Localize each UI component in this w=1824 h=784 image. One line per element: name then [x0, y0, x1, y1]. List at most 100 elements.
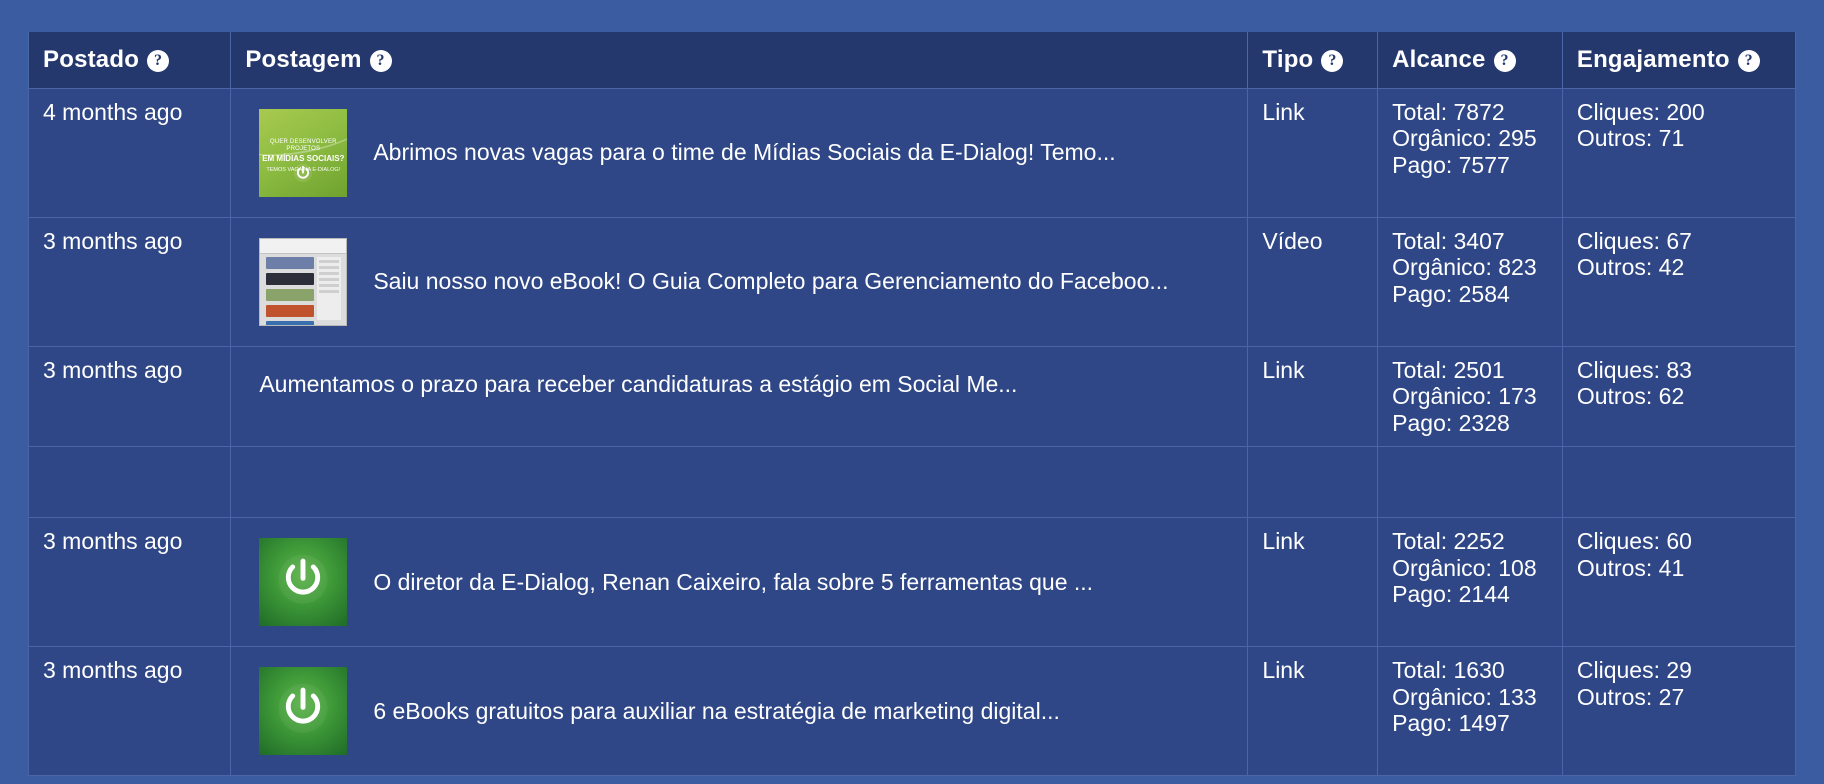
power-icon — [293, 162, 313, 188]
post-content: QUER DESENVOLVER PROJETOS EM MÍDIAS SOCI… — [245, 99, 1233, 207]
engagement-others: Outros: 71 — [1576, 125, 1685, 152]
reach-organic: Orgânico: 133 — [1392, 683, 1537, 710]
cell-posted — [27, 446, 232, 519]
cell-post: Aumentamos o prazo para receber candidat… — [230, 345, 1249, 448]
cell-engagement: Cliques: 29 Outros: 27 — [1561, 646, 1797, 777]
post-message[interactable]: Saiu nosso novo eBook! O Guia Completo p… — [373, 268, 1168, 296]
help-circle-icon-type[interactable]: ? — [1321, 50, 1344, 72]
column-header-engagement-label: Engajamento — [1576, 46, 1730, 73]
column-header-type-label: Tipo — [1262, 46, 1314, 73]
column-header-reach[interactable]: Alcance? — [1377, 32, 1563, 89]
table-row[interactable]: 3 months ago — [27, 646, 1797, 777]
cell-engagement: Cliques: 83 Outros: 62 — [1561, 345, 1797, 448]
engagement-others: Outros: 62 — [1576, 383, 1685, 410]
reach-paid: Pago: 2584 — [1392, 280, 1510, 307]
engagement-others: Outros: 41 — [1576, 554, 1685, 581]
screenshot-line — [319, 290, 340, 293]
column-header-post-label: Postagem — [245, 46, 362, 73]
screenshot-tile — [266, 257, 315, 269]
reach-total: Total: 1630 — [1392, 657, 1505, 684]
screenshot-tile — [266, 305, 315, 317]
reach-organic: Orgânico: 173 — [1392, 383, 1537, 410]
column-header-engagement[interactable]: Engajamento? — [1562, 32, 1797, 89]
cell-type: Link — [1247, 646, 1379, 777]
screenshot-left-column — [266, 257, 315, 325]
cell-engagement: Cliques: 60 Outros: 41 — [1561, 517, 1797, 648]
post-message[interactable]: Aumentamos o prazo para receber candidat… — [259, 371, 1017, 399]
table-body: 4 months ago QUER DESENVOLVER PROJETOS E… — [27, 88, 1797, 777]
post-message[interactable]: O diretor da E-Dialog, Renan Caixeiro, f… — [373, 569, 1093, 597]
reach-paid: Pago: 2328 — [1392, 409, 1510, 436]
power-icon — [275, 681, 331, 742]
cell-type — [1247, 446, 1379, 519]
table-row[interactable]: 4 months ago QUER DESENVOLVER PROJETOS E… — [27, 88, 1797, 218]
cell-type: Vídeo — [1247, 217, 1379, 347]
reach-total: Total: 3407 — [1392, 228, 1505, 254]
reach-paid: Pago: 7577 — [1392, 151, 1510, 178]
post-content: Aumentamos o prazo para receber candidat… — [245, 357, 1233, 433]
post-content: 6 eBooks gratuitos para auxiliar na estr… — [245, 657, 1233, 765]
cell-reach: Total: 7872 Orgânico: 295 Pago: 7577 — [1377, 88, 1563, 218]
cell-post — [230, 446, 1249, 519]
cell-post: O diretor da E-Dialog, Renan Caixeiro, f… — [230, 517, 1249, 648]
reach-total: Total: 7872 — [1392, 99, 1505, 125]
cell-posted: 3 months ago — [27, 217, 232, 347]
screenshot-tile — [266, 289, 315, 301]
engagement-clicks: Cliques: 60 — [1576, 528, 1692, 555]
column-header-posted[interactable]: Postado? — [27, 32, 232, 89]
table-row-empty[interactable] — [27, 446, 1797, 519]
cell-type: Link — [1247, 517, 1379, 648]
engagement-others: Outros: 42 — [1576, 254, 1685, 281]
cell-engagement: Cliques: 67 Outros: 42 — [1561, 217, 1797, 347]
cell-type: Link — [1247, 345, 1379, 448]
cell-engagement: Cliques: 200 Outros: 71 — [1561, 88, 1797, 218]
cell-reach: Total: 2252 Orgânico: 108 Pago: 2144 — [1377, 517, 1563, 648]
table-row[interactable]: 3 months ago Aumentamos o prazo para rec… — [27, 345, 1797, 448]
column-header-type[interactable]: Tipo? — [1247, 32, 1379, 89]
screenshot-tile — [266, 273, 315, 285]
help-circle-icon-posted[interactable]: ? — [147, 50, 170, 72]
posts-performance-table: Postado? Postagem? Tipo? Alcance? Engaja… — [27, 32, 1797, 777]
reach-paid: Pago: 1497 — [1392, 710, 1510, 737]
cell-reach — [1377, 446, 1563, 519]
post-thumbnail-logo[interactable] — [259, 538, 348, 627]
post-message[interactable]: Abrimos novas vagas para o time de Mídia… — [373, 139, 1115, 167]
cell-posted: 3 months ago — [27, 345, 232, 448]
screenshot-line — [319, 260, 340, 263]
engagement-others: Outros: 27 — [1576, 683, 1685, 710]
help-circle-icon-reach[interactable]: ? — [1493, 50, 1516, 72]
table-row[interactable]: 3 months ago — [27, 517, 1797, 648]
engagement-clicks: Cliques: 29 — [1576, 657, 1692, 684]
screenshot-top-bar — [260, 239, 347, 254]
cell-post: 6 eBooks gratuitos para auxiliar na estr… — [230, 646, 1249, 777]
help-circle-icon-engagement[interactable]: ? — [1737, 50, 1760, 72]
help-circle-icon-post[interactable]: ? — [369, 50, 392, 72]
engagement-clicks: Cliques: 200 — [1576, 99, 1705, 125]
post-content: Saiu nosso novo eBook! O Guia Completo p… — [245, 228, 1233, 336]
cell-engagement — [1561, 446, 1797, 519]
cell-type: Link — [1247, 88, 1379, 218]
posts-performance-table-wrapper: Postado? Postagem? Tipo? Alcance? Engaja… — [27, 32, 1797, 777]
cell-reach: Total: 3407 Orgânico: 823 Pago: 2584 — [1377, 217, 1563, 347]
post-message[interactable]: 6 eBooks gratuitos para auxiliar na estr… — [373, 698, 1060, 726]
analytics-report-page: Postado? Postagem? Tipo? Alcance? Engaja… — [0, 0, 1824, 784]
cell-post: QUER DESENVOLVER PROJETOS EM MÍDIAS SOCI… — [230, 88, 1249, 218]
screenshot-line — [319, 278, 340, 281]
reach-total: Total: 2252 — [1392, 528, 1505, 555]
cell-posted: 3 months ago — [27, 517, 232, 648]
column-header-post[interactable]: Postagem? — [230, 32, 1249, 89]
post-thumbnail-screenshot[interactable] — [259, 238, 348, 326]
engagement-clicks: Cliques: 83 — [1576, 357, 1692, 383]
table-header-row: Postado? Postagem? Tipo? Alcance? Engaja… — [27, 32, 1797, 89]
screenshot-right-column — [317, 257, 342, 320]
post-thumbnail-ebook-cover[interactable]: QUER DESENVOLVER PROJETOS EM MÍDIAS SOCI… — [259, 109, 348, 197]
screenshot-line — [319, 266, 340, 269]
screenshot-line — [319, 272, 340, 275]
screenshot-line — [319, 284, 340, 287]
table-row[interactable]: 3 months ago — [27, 217, 1797, 347]
post-thumbnail-logo[interactable] — [259, 667, 348, 756]
power-icon — [275, 552, 331, 613]
post-content: O diretor da E-Dialog, Renan Caixeiro, f… — [245, 528, 1233, 636]
cell-posted: 4 months ago — [27, 88, 232, 218]
cell-posted: 3 months ago — [27, 646, 232, 777]
